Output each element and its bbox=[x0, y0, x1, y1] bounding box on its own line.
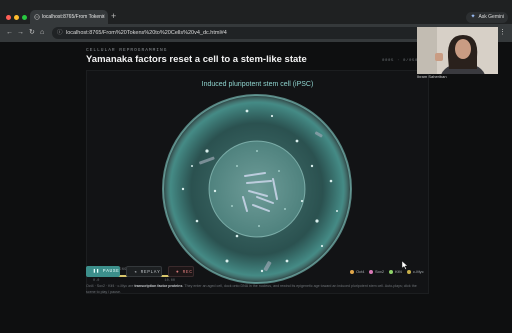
legend-label: c-Myc bbox=[413, 269, 424, 274]
sparkle-icon: ✦ bbox=[470, 14, 476, 20]
slide-caption: Oct4 · Sox2 · Klf4 · c-Myc are transcrip… bbox=[86, 284, 426, 295]
page-content: CELLULAR REPROGRAMMING Yamanaka factors … bbox=[0, 42, 512, 333]
animation-stage[interactable]: Induced pluripotent stem cell (iPSC) REP… bbox=[86, 70, 429, 294]
reload-icon[interactable]: ↻ bbox=[29, 27, 35, 39]
cell-illustration bbox=[162, 94, 352, 284]
page-title: Yamanaka factors reset a cell to a stem-… bbox=[86, 54, 307, 65]
legend-label: Oct4 bbox=[356, 269, 365, 274]
ask-gemini-button[interactable]: ✦ Ask Gemini bbox=[466, 12, 508, 23]
legend-swatch bbox=[350, 269, 354, 274]
maximize-window-button[interactable] bbox=[22, 15, 27, 20]
participant-video bbox=[417, 27, 498, 74]
home-icon[interactable]: ⌂ bbox=[40, 27, 44, 39]
slide-counter: 0005 · 0/050 bbox=[382, 59, 419, 63]
legend-label: Klf4 bbox=[395, 269, 402, 274]
pause-button[interactable]: ❚❚ PAUSE bbox=[86, 266, 120, 277]
close-window-button[interactable] bbox=[6, 15, 11, 20]
browser-tab-bar: localhost:8765/From Tokens × + ✦ Ask Gem… bbox=[0, 0, 512, 24]
legend-cmyc: c-Myc bbox=[407, 269, 424, 274]
participant-name: Ibram Saheriban bbox=[417, 74, 447, 79]
forward-icon[interactable]: → bbox=[17, 27, 24, 39]
minimize-window-button[interactable] bbox=[14, 15, 19, 20]
legend-swatch bbox=[369, 269, 373, 274]
ask-gemini-label: Ask Gemini bbox=[478, 14, 504, 20]
back-icon[interactable]: ← bbox=[6, 27, 13, 39]
legend-swatch bbox=[389, 269, 393, 274]
legend-swatch bbox=[407, 269, 411, 274]
progress-end: 10.00 bbox=[164, 279, 175, 283]
address-text: localhost:8765/From%20Tokens%20to%20Cell… bbox=[66, 30, 227, 36]
globe-icon bbox=[34, 14, 40, 20]
section-eyebrow: CELLULAR REPROGRAMMING bbox=[86, 48, 168, 53]
close-tab-icon[interactable]: × bbox=[101, 10, 105, 24]
progress-start: 0.0 bbox=[93, 279, 100, 283]
caption-emphasis: transcription factor proteins bbox=[134, 284, 183, 288]
new-tab-button[interactable]: + bbox=[111, 11, 116, 21]
legend-klf4: Klf4 bbox=[389, 269, 402, 274]
cell-state-label: Induced pluripotent stem cell (iPSC) bbox=[201, 81, 314, 88]
legend-oct4: Oct4 bbox=[350, 269, 364, 274]
video-call-thumbnail[interactable] bbox=[417, 27, 498, 74]
replay-button[interactable]: ◂ REPLAY bbox=[126, 266, 162, 277]
cell-nucleus bbox=[208, 140, 306, 238]
browser-menu-icon[interactable]: ⋮ bbox=[499, 27, 506, 39]
browser-tab[interactable]: localhost:8765/From Tokens × bbox=[30, 10, 108, 24]
legend-label: Sox2 bbox=[375, 269, 385, 274]
progress-scale: 0.0 10.00 bbox=[93, 279, 175, 283]
legend-sox2: Sox2 bbox=[369, 269, 384, 274]
tab-title: localhost:8765/From Tokens bbox=[42, 14, 105, 20]
caption-lead: Oct4 · Sox2 · Klf4 · c-Myc are bbox=[86, 284, 135, 288]
site-info-icon[interactable]: ⓘ bbox=[57, 27, 63, 39]
record-button[interactable]: ● REC bbox=[168, 266, 194, 277]
